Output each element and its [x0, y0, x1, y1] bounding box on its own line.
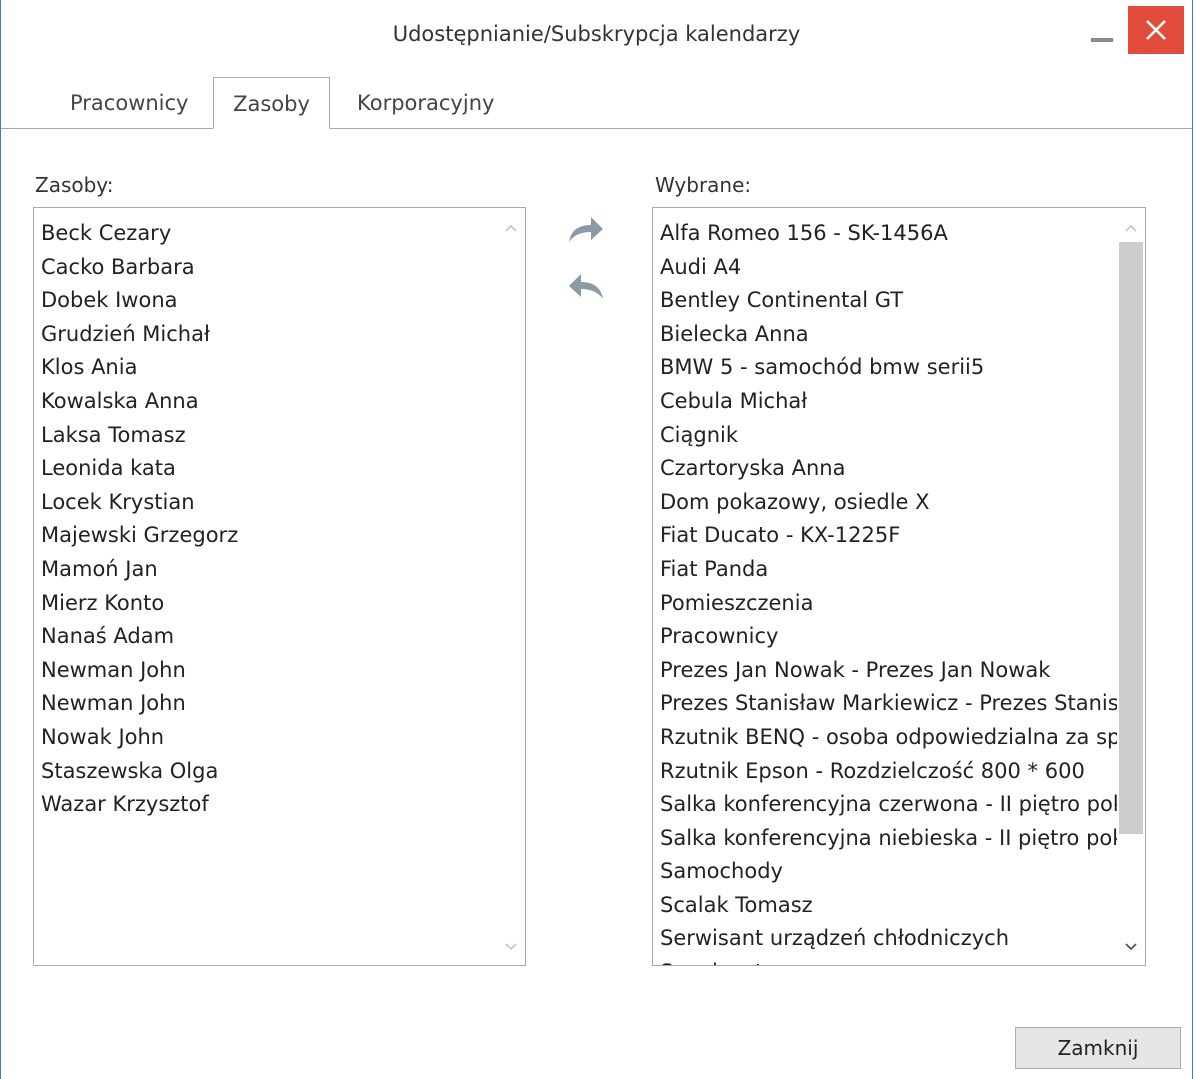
list-item[interactable]: Newman John	[41, 687, 238, 721]
scroll-thumb[interactable]	[1119, 242, 1143, 834]
scroll-up-icon[interactable]	[497, 214, 525, 242]
list-item[interactable]: Staszewska Olga	[41, 755, 238, 789]
list-item[interactable]: Beck Cezary	[41, 217, 238, 251]
list-item[interactable]: Majewski Grzegorz	[41, 519, 238, 553]
list-item[interactable]: Fiat Ducato - KX-1225F	[660, 519, 1119, 553]
list-item[interactable]: Bielecka Anna	[660, 318, 1119, 352]
selected-listbox[interactable]: Alfa Romeo 156 - SK-1456A Audi A4 Bentley …	[652, 207, 1146, 966]
selected-viewport: Alfa Romeo 156 - SK-1456A Audi A4 Bentley …	[653, 208, 1119, 965]
list-item[interactable]: Czartoryska Anna	[660, 452, 1119, 486]
scroll-down-icon[interactable]	[1117, 933, 1145, 961]
list-item[interactable]: Prezes Stanisław Markiewicz - Prezes Sta…	[660, 687, 1119, 721]
list-item[interactable]: Rzutnik Epson - Rozdzielczość 800 * 600	[660, 755, 1119, 789]
arrow-right-icon	[569, 217, 603, 242]
list-item[interactable]: Dom pokazowy, osiedle X	[660, 486, 1119, 520]
list-item[interactable]: Pracownicy	[660, 620, 1119, 654]
window-title: Udostępnianie/Subskrypcja kalendarzy	[392, 22, 801, 46]
available-scrollbar[interactable]	[497, 208, 525, 965]
scroll-up-icon[interactable]	[1117, 214, 1145, 242]
selected-list-label: Wybrane:	[655, 173, 752, 197]
close-window-button[interactable]	[1128, 6, 1184, 54]
list-item[interactable]: Grudzień Michał	[41, 318, 238, 352]
available-list-label: Zasoby:	[35, 173, 114, 197]
minimize-icon[interactable]	[1091, 38, 1113, 42]
selected-scrollbar[interactable]	[1117, 208, 1145, 965]
list-item[interactable]: BMW 5 - samochód bmw serii5	[660, 351, 1119, 385]
list-item[interactable]: Audi A4	[660, 251, 1119, 285]
list-item[interactable]: Nowak John	[41, 721, 238, 755]
list-item[interactable]: Serwisant urządzeń chłodniczych	[660, 922, 1119, 956]
list-item[interactable]: Salka konferencyjna niebieska - II piętr…	[660, 822, 1119, 856]
available-listbox[interactable]: Beck Cezary Cacko Barbara Dobek Iwona Grudz…	[33, 207, 526, 966]
list-item[interactable]: Newman John	[41, 654, 238, 688]
list-item[interactable]: Scalak Tomasz	[660, 889, 1119, 923]
close-button[interactable]: Zamknij	[1015, 1027, 1181, 1069]
list-item[interactable]: Laksa Tomasz	[41, 419, 238, 453]
list-item[interactable]: Prezes Jan Nowak - Prezes Jan Nowak	[660, 654, 1119, 688]
list-item[interactable]: Mamoń Jan	[41, 553, 238, 587]
title-bar: Udostępnianie/Subskrypcja kalendarzy	[1, 0, 1192, 75]
list-item[interactable]: Rzutnik BENQ - osoba odpowiedzialna za s…	[660, 721, 1119, 755]
tab-bar: Pracownicy Zasoby Korporacyjny	[1, 75, 1192, 129]
tab-zasoby[interactable]: Zasoby	[213, 77, 330, 129]
tab-korporacyjny[interactable]: Korporacyjny	[357, 91, 494, 115]
available-items: Beck Cezary Cacko Barbara Dobek Iwona Grudz…	[41, 217, 238, 822]
add-to-selected-button[interactable]	[566, 212, 606, 246]
selected-items: Alfa Romeo 156 - SK-1456A Audi A4 Bentley …	[660, 217, 1119, 965]
close-icon	[1146, 20, 1166, 40]
list-item[interactable]: Salka konferencyjna czerwona - II piętro…	[660, 788, 1119, 822]
list-item[interactable]: Locek Krystian	[41, 486, 238, 520]
list-item[interactable]: Alfa Romeo 156 - SK-1456A	[660, 217, 1119, 251]
list-item[interactable]: Klos Ania	[41, 351, 238, 385]
list-item[interactable]: Nanaś Adam	[41, 620, 238, 654]
dialog-window: Udostępnianie/Subskrypcja kalendarzy Pra…	[0, 0, 1193, 1079]
list-item[interactable]: Cebula Michał	[660, 385, 1119, 419]
list-item[interactable]: Fiat Panda	[660, 553, 1119, 587]
scroll-down-icon[interactable]	[497, 933, 525, 961]
list-item[interactable]: Pomieszczenia	[660, 587, 1119, 621]
list-item[interactable]: Leonida kata	[41, 452, 238, 486]
list-item[interactable]: Ciągnik	[660, 419, 1119, 453]
list-item[interactable]: Samochody	[660, 855, 1119, 889]
remove-from-selected-button[interactable]	[566, 269, 606, 303]
arrow-left-icon	[569, 274, 603, 299]
list-item[interactable]: Dobek Iwona	[41, 284, 238, 318]
list-item[interactable]: Wazar Krzysztof	[41, 788, 238, 822]
list-item[interactable]: Kowalska Anna	[41, 385, 238, 419]
list-item[interactable]: Cacko Barbara	[41, 251, 238, 285]
list-item[interactable]: Mierz Konto	[41, 587, 238, 621]
list-item[interactable]: Serwisant	[660, 956, 1119, 965]
tab-pracownicy[interactable]: Pracownicy	[70, 91, 188, 115]
list-item[interactable]: Bentley Continental GT	[660, 284, 1119, 318]
